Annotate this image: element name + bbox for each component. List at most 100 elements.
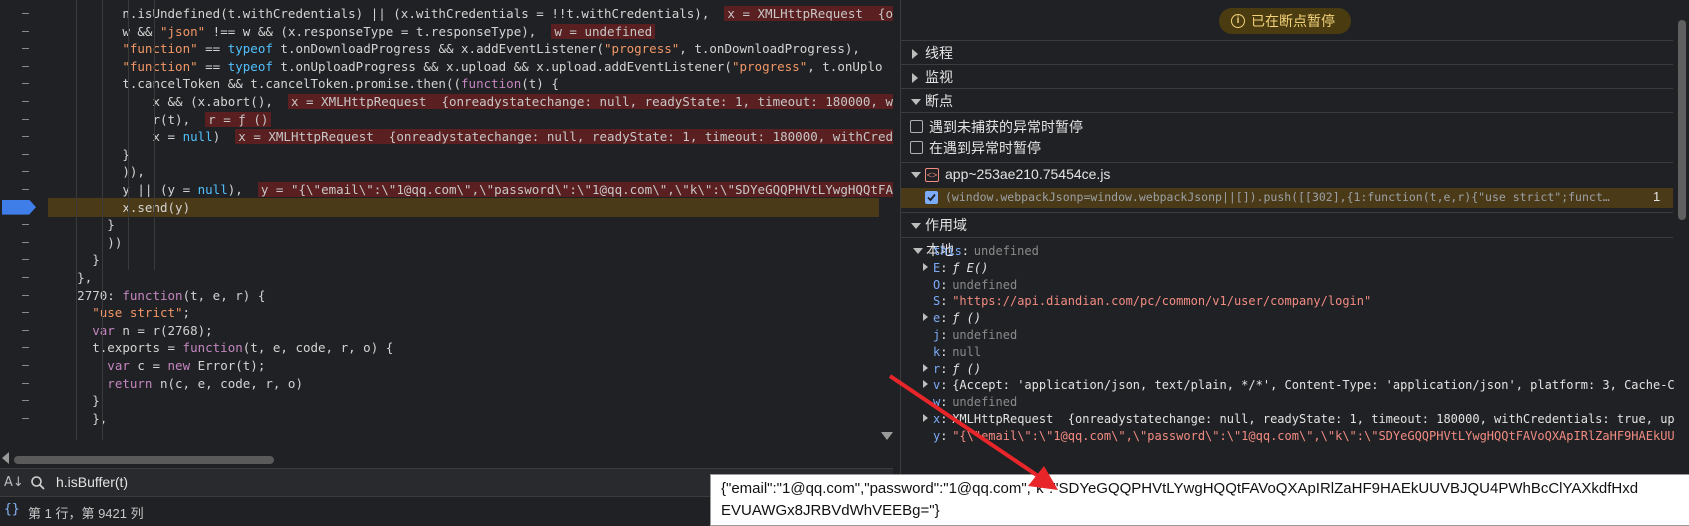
variable-separator: : (940, 260, 948, 275)
line-gutter[interactable] (0, 356, 52, 375)
code-text: x && (x.abort(), x = XMLHttpRequest {onr… (152, 92, 893, 111)
line-gutter[interactable] (0, 338, 52, 357)
line-gutter[interactable] (0, 250, 52, 269)
code-text: y || (y = null), y = "{\"email\":\"1@qq.… (122, 180, 893, 199)
variable-name: k (933, 344, 941, 359)
expand-icon (923, 313, 928, 322)
line-gutter[interactable] (0, 233, 52, 252)
gutter-dash (22, 13, 29, 14)
search-input[interactable]: h.isBuffer(t) (56, 474, 128, 490)
braces-icon[interactable]: {} (4, 502, 20, 517)
line-gutter[interactable] (0, 321, 52, 340)
source-editor[interactable]: n.isUndefined(t.withCredentials) || (x.w… (0, 0, 893, 468)
code-text: }, (92, 410, 108, 426)
threads-section[interactable]: 线程 (901, 41, 1673, 65)
line-gutter[interactable] (0, 74, 52, 93)
value-tooltip: {"email":"1@qq.com","password":"1@qq.com… (710, 474, 1689, 526)
code-line: r(t), r = ƒ () (0, 110, 893, 129)
gutter-dash (22, 382, 29, 384)
gutter-dash (22, 189, 29, 190)
collapse-icon[interactable]: A↓ (4, 475, 24, 490)
line-gutter[interactable] (0, 180, 52, 199)
scroll-down-icon[interactable] (881, 432, 893, 440)
code-line: var n = r(2768); (0, 321, 893, 340)
line-gutter[interactable] (0, 145, 52, 164)
section-label: 监视 (925, 69, 953, 85)
variable-value: undefined (952, 395, 1018, 410)
line-gutter[interactable] (0, 39, 52, 58)
breakpoint-checkbox[interactable] (925, 191, 938, 204)
variable-separator: : (940, 378, 948, 393)
inline-value-preview: x = XMLHttpRequest {onreadystatechange: … (235, 129, 893, 145)
breakpoints-section[interactable]: 断点 (901, 89, 1673, 113)
scroll-left-icon[interactable] (2, 452, 9, 464)
line-gutter[interactable] (0, 22, 52, 41)
line-gutter[interactable] (0, 391, 52, 410)
pause-caught-checkbox[interactable] (910, 141, 923, 154)
code-line: var c = new Error(t); (0, 356, 893, 375)
variable-value: "{\"email\":\"1@qq.com\",\"password\":\"… (952, 428, 1689, 443)
line-gutter[interactable] (0, 92, 52, 111)
code-line: t.cancelToken && t.cancelToken.promise.t… (0, 74, 893, 93)
breakpoint-file[interactable]: <> app~253ae210.75454ce.js (901, 165, 1673, 187)
info-icon: i (1231, 14, 1245, 28)
inline-value-preview: x = XMLHttpRequest {o (724, 6, 893, 21)
code-text: } (92, 393, 100, 409)
line-gutter[interactable] (0, 409, 52, 428)
line-gutter[interactable] (0, 162, 52, 181)
expand-icon (912, 49, 918, 59)
line-gutter[interactable] (0, 57, 52, 76)
line-gutter[interactable] (0, 198, 52, 217)
variable-name: w (933, 395, 941, 410)
search-icon (31, 476, 45, 490)
expand-icon (912, 73, 918, 83)
code-text: "use strict"; (92, 305, 191, 321)
code-text: "function" == typeof t.onDownloadProgres… (122, 41, 860, 57)
code-line: }, (0, 409, 893, 428)
variable-separator: : (940, 277, 948, 292)
variable-separator: : (940, 344, 948, 359)
code-line: "function" == typeof t.onDownloadProgres… (0, 39, 893, 58)
sidebar-scrollbar[interactable] (1674, 0, 1689, 524)
horizontal-scroll-thumb[interactable] (14, 456, 274, 464)
section-label: 作用域 (925, 217, 967, 233)
code-line: "function" == typeof t.onUploadProgress … (0, 57, 893, 76)
code-text: } (107, 217, 115, 233)
indent-guide (76, 0, 77, 440)
variable-name: x (933, 412, 941, 426)
line-gutter[interactable] (0, 286, 52, 305)
line-gutter[interactable] (0, 215, 52, 234)
line-gutter[interactable] (0, 268, 52, 287)
paused-badge: i 已在断点暂停 (1219, 8, 1351, 34)
gutter-dash (22, 417, 29, 419)
line-gutter[interactable] (0, 303, 52, 322)
code-line: } (0, 391, 893, 410)
breakpoint-item[interactable]: (window.webpackJsonp=window.webpackJsonp… (901, 188, 1673, 208)
line-gutter[interactable] (0, 110, 52, 129)
code-text: 2770: function(t, e, r) { (77, 287, 266, 303)
variable-value: XMLHttpRequest {onreadystatechange: null… (952, 412, 1689, 426)
code-text: }, (77, 270, 93, 285)
collapse-icon (911, 223, 921, 229)
line-gutter[interactable] (0, 374, 52, 393)
horizontal-scrollbar[interactable] (0, 448, 893, 468)
scope-section[interactable]: 作用域 (901, 213, 1673, 237)
watch-section[interactable]: 监视 (901, 65, 1673, 89)
gutter-dash (22, 224, 29, 226)
inline-value-preview: y = "{\"email\":\"1@qq.com\",\"password\… (257, 182, 893, 197)
section-label: 线程 (925, 45, 953, 61)
code-text: x.send(y) (122, 199, 191, 215)
variable-name: E (933, 260, 941, 275)
code-text: var n = r(2768); (92, 322, 213, 338)
line-gutter[interactable] (0, 127, 52, 146)
code-line: }, (0, 268, 893, 287)
indent-guide (102, 0, 103, 440)
breakpoint-marker-icon[interactable] (2, 199, 36, 215)
pause-uncaught-checkbox[interactable] (910, 120, 923, 133)
debugger-sidebar: i 已在断点暂停 线程 监视 断点 遇到未捕获的异常时暂停 在遇到异常时暂停 <… (900, 0, 1689, 524)
inline-value-preview: x = XMLHttpRequest {onreadystatechange: … (287, 94, 893, 109)
line-gutter[interactable] (0, 4, 52, 23)
variable-name: v (933, 378, 941, 393)
sidebar-scroll-thumb[interactable] (1678, 20, 1686, 220)
editor-vertical-scrollbar[interactable] (879, 0, 893, 448)
